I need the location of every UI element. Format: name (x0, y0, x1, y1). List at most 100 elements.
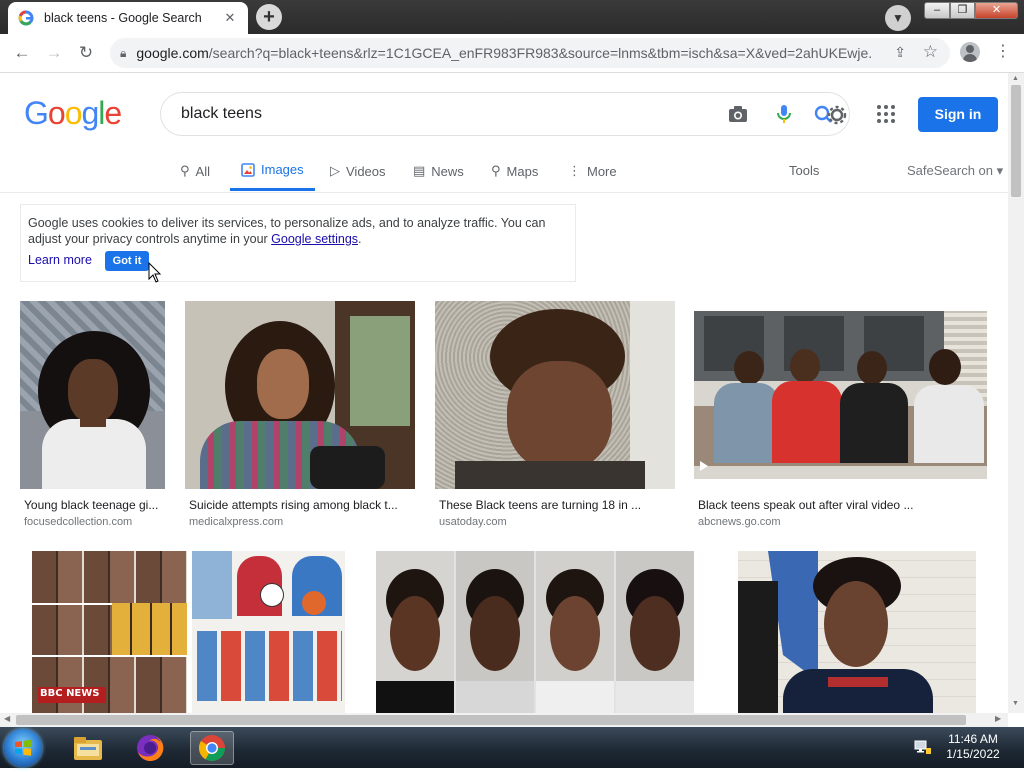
cookie-text-end: . (358, 232, 362, 246)
tab-close-icon[interactable]: ✕ (222, 10, 238, 26)
mouse-cursor-icon (148, 262, 162, 283)
result-thumbnail[interactable] (694, 311, 987, 479)
tab-news[interactable]: ▤ News (413, 151, 464, 191)
got-it-button[interactable]: Got it (105, 251, 149, 271)
search-icon: ⚲ (180, 163, 190, 178)
browser-menu-icon[interactable]: ⋮ (995, 42, 1011, 62)
sign-in-button[interactable]: Sign in (918, 97, 998, 132)
scroll-left-arrow-icon[interactable]: ◀ (4, 714, 10, 723)
scroll-right-arrow-icon[interactable]: ▶ (995, 714, 1001, 723)
browser-toolbar: ← → ↻ 🔒︎ google.com/search?q=black+teens… (0, 34, 1024, 73)
windows-logo-icon (15, 739, 31, 756)
result-caption[interactable]: Black teens speak out after viral video … (698, 498, 913, 512)
safesearch-dropdown[interactable]: SafeSearch on ▾ (907, 163, 1003, 179)
kebab-icon: ⋮ (568, 163, 581, 178)
image-result-7[interactable] (738, 551, 976, 713)
bbc-news-badge: BBC NEWS (40, 688, 100, 699)
search-results-page: Google black teens Sign in ⚲ All Images … (0, 73, 1008, 713)
firefox-icon[interactable] (128, 731, 172, 765)
image-result-4[interactable]: Black teens speak out after viral video … (694, 311, 987, 528)
logo-letter: o (47, 95, 66, 131)
address-bar[interactable]: 🔒︎ google.com/search?q=black+teens&rlz=1… (110, 38, 950, 68)
window-minimize-button[interactable]: – (924, 2, 950, 19)
result-thumbnail[interactable] (376, 551, 694, 713)
browser-tab-active[interactable]: black teens - Google Search ✕ (8, 2, 248, 34)
vertical-scrollbar[interactable]: ▲ ▼ (1008, 73, 1024, 713)
lock-icon: 🔒︎ (120, 45, 127, 60)
file-explorer-icon[interactable] (66, 731, 110, 765)
result-thumbnail[interactable] (20, 301, 165, 489)
window-close-button[interactable]: ✕ (975, 2, 1018, 19)
tab-search-chevron-icon[interactable]: ▼ (885, 5, 911, 31)
window-maximize-button[interactable]: ❐ (950, 2, 975, 19)
clock-date: 1/15/2022 (946, 747, 1000, 761)
result-source[interactable]: abcnews.go.com (698, 516, 781, 528)
tab-all[interactable]: ⚲ All (180, 151, 210, 191)
play-icon (700, 461, 708, 471)
microphone-icon[interactable] (773, 103, 795, 125)
camera-search-icon[interactable] (727, 103, 749, 125)
result-thumbnail[interactable] (738, 551, 976, 713)
tab-videos[interactable]: ▷ Videos (330, 151, 386, 191)
scroll-down-arrow-icon[interactable]: ▼ (1012, 700, 1019, 707)
result-thumbnail[interactable]: BBC NEWS (32, 551, 345, 713)
tab-more[interactable]: ⋮ More (568, 151, 617, 191)
image-result-3[interactable]: These Black teens are turning 18 in ... … (435, 301, 675, 528)
search-query-input[interactable]: black teens (181, 105, 262, 123)
result-source[interactable]: focusedcollection.com (24, 516, 132, 528)
google-apps-grid-icon[interactable] (876, 104, 896, 124)
result-caption[interactable]: These Black teens are turning 18 in ... (439, 498, 641, 512)
tab-maps[interactable]: ⚲ Maps (491, 151, 538, 191)
scroll-up-arrow-icon[interactable]: ▲ (1012, 75, 1019, 82)
result-thumbnail[interactable] (435, 301, 675, 489)
search-settings-icon[interactable] (813, 103, 847, 125)
address-url: google.com/search?q=black+teens&rlz=1C1G… (136, 45, 871, 61)
back-arrow-icon[interactable]: ← (11, 42, 33, 64)
chrome-taskbar-icon[interactable] (190, 731, 234, 765)
image-result-1[interactable]: Young black teenage gi... focusedcollect… (20, 301, 165, 528)
image-result-6[interactable] (376, 551, 694, 713)
bookmark-star-icon[interactable]: ☆ (923, 42, 938, 62)
logo-letter: G (24, 95, 49, 131)
new-tab-button[interactable]: + (256, 4, 282, 30)
horizontal-scrollbar[interactable]: ◀ ▶ (0, 713, 1008, 727)
news-icon: ▤ (413, 163, 426, 178)
horizontal-scroll-thumb[interactable] (16, 715, 966, 725)
tab-images[interactable]: Images (230, 151, 315, 191)
tab-images-label: Images (261, 162, 304, 177)
cookie-consent-banner: Google uses cookies to deliver its servi… (20, 204, 576, 282)
google-settings-link[interactable]: Google settings (271, 232, 358, 246)
forward-arrow-icon[interactable]: → (43, 42, 65, 64)
network-tray-icon[interactable] (914, 739, 932, 755)
taskbar-clock[interactable]: 11:46 AM 1/15/2022 (940, 732, 1006, 762)
result-caption[interactable]: Young black teenage gi... (24, 498, 158, 512)
learn-more-link[interactable]: Learn more (28, 253, 92, 267)
google-logo[interactable]: Google (24, 95, 122, 132)
image-result-5[interactable]: BBC NEWS (32, 551, 345, 713)
reload-icon[interactable]: ↻ (75, 42, 97, 64)
result-caption[interactable]: Suicide attempts rising among black t... (189, 498, 398, 512)
image-result-2[interactable]: Suicide attempts rising among black t...… (185, 301, 415, 528)
vertical-scroll-thumb[interactable] (1011, 85, 1021, 197)
result-thumbnail[interactable] (185, 301, 415, 489)
tab-strip: black teens - Google Search ✕ + ▼ – ❐ ✕ (0, 0, 1024, 34)
search-tabs: ⚲ All Images ▷ Videos ▤ News ⚲ Maps ⋮ Mo… (0, 151, 1008, 193)
video-icon: ▷ (330, 163, 340, 178)
result-source[interactable]: usatoday.com (439, 516, 507, 528)
result-source[interactable]: medicalxpress.com (189, 516, 283, 528)
url-path: /search?q=black+teens&rlz=1C1GCEA_enFR98… (208, 45, 872, 61)
tab-all-label: All (195, 163, 210, 179)
tab-maps-label: Maps (506, 163, 539, 179)
profile-avatar-icon[interactable] (960, 42, 980, 62)
tools-button[interactable]: Tools (789, 163, 819, 178)
windows-taskbar: 11:46 AM 1/15/2022 (0, 727, 1024, 768)
search-box[interactable]: black teens (160, 92, 850, 136)
tab-more-label: More (587, 163, 617, 179)
tab-title: black teens - Google Search (44, 11, 202, 25)
google-favicon-icon (18, 10, 34, 26)
start-button-windows-icon[interactable] (4, 729, 42, 767)
cookie-message: Google uses cookies to deliver its servi… (28, 215, 573, 247)
tab-videos-label: Videos (346, 163, 386, 179)
share-icon[interactable]: ⇪ (894, 44, 906, 61)
tab-news-label: News (431, 163, 464, 179)
